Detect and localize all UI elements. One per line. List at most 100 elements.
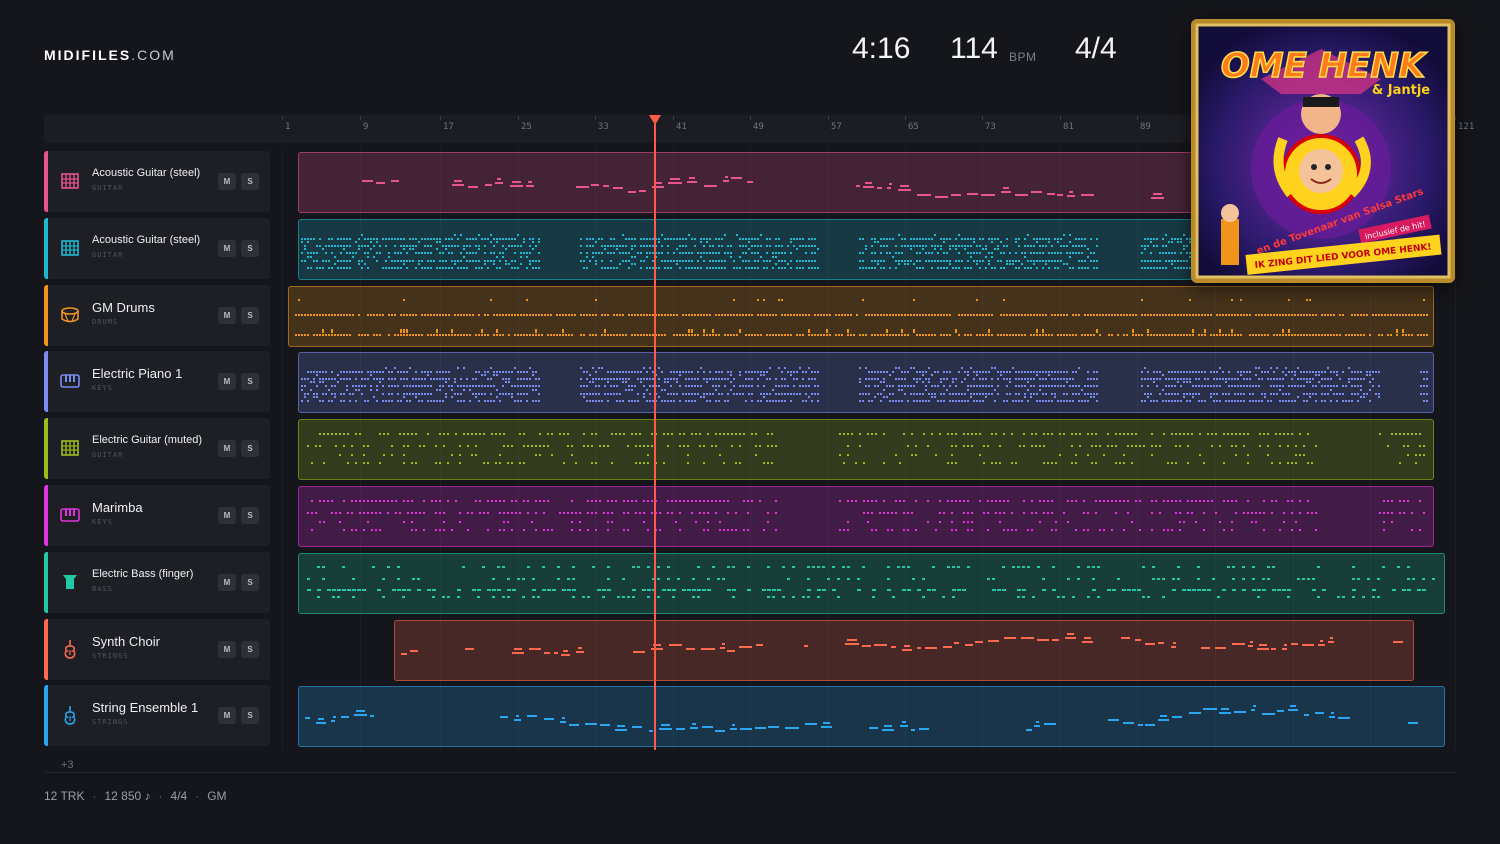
midi-clip[interactable] [394,620,1414,681]
cover-subtitle: & Jantje [1372,83,1430,98]
midi-clip[interactable] [298,553,1445,614]
track-color-stripe [44,552,48,613]
mute-button[interactable]: M [218,240,236,257]
mute-button[interactable]: M [218,574,236,591]
guitar-icon [60,171,80,191]
cover-title: OME HENK [1221,46,1428,86]
clip-notes [307,433,1425,464]
keyboard-icon [60,505,80,525]
ruler-tick: 121 [1454,116,1475,132]
track-color-stripe [44,418,48,479]
track-header[interactable]: Acoustic Guitar (steel) GUITAR M S [44,218,270,279]
clip-notes [307,500,1425,531]
footer-separator: · [195,789,200,803]
solo-button[interactable]: S [241,707,259,724]
ruler-tick: 49 [750,116,764,132]
clip-notes [301,367,1428,402]
track-color-stripe [44,285,48,346]
footer-signature: 4/4 [170,789,188,803]
track-header[interactable]: Acoustic Guitar (steel) GUITAR M S [44,151,270,212]
track-header[interactable]: Electric Guitar (muted) GUITAR M S [44,418,270,479]
track-category: BASS [92,585,113,593]
clip-notes [401,633,1403,656]
ruler-tick: 81 [1060,116,1074,132]
violin-icon [60,639,80,659]
midi-clip[interactable] [298,152,1202,213]
solo-button[interactable]: S [241,373,259,390]
ruler-tick: 65 [905,116,919,132]
keyboard-icon [60,371,80,391]
track-name: Electric Bass (finger) [92,568,194,580]
track-header[interactable]: Synth Choir STRINGS M S [44,619,270,680]
track-color-stripe [44,218,48,279]
solo-button[interactable]: S [241,240,259,257]
track-category: KEYS [92,384,113,392]
brand-domain: .COM [131,47,176,63]
track-category: GUITAR [92,184,124,192]
ruler-tick: 9 [359,116,369,132]
track-category: STRINGS [92,652,129,660]
track-color-stripe [44,151,48,212]
violin-icon [60,705,80,725]
midi-clip[interactable] [298,686,1445,747]
track-header[interactable]: Electric Piano 1 KEYS M S [44,351,270,412]
solo-button[interactable]: S [241,507,259,524]
mute-button[interactable]: M [218,373,236,390]
mute-button[interactable]: M [218,173,236,190]
mute-button[interactable]: M [218,707,236,724]
track-name: Electric Guitar (muted) [92,434,203,446]
album-cover-art: OME HENK & Jantje en de Tovenaar van Sal… [1191,19,1455,283]
solo-button[interactable]: S [241,574,259,591]
mute-button[interactable]: M [218,440,236,457]
solo-button[interactable]: S [241,641,259,658]
midi-clip[interactable] [298,419,1434,480]
solo-button[interactable]: S [241,307,259,324]
track-category: GUITAR [92,451,124,459]
drum-icon [60,305,80,325]
track-name: String Ensemble 1 [92,700,199,715]
track-name: Acoustic Guitar (steel) [92,234,201,246]
clip-notes [362,176,1164,199]
ruler-tick: 41 [673,116,687,132]
mute-button[interactable]: M [218,507,236,524]
track-color-stripe [44,485,48,546]
mute-button[interactable]: M [218,307,236,324]
midi-clip[interactable] [298,219,1202,280]
solo-button[interactable]: S [241,440,259,457]
midi-standard: GM [207,789,227,803]
more-tracks-indicator[interactable]: +3 [61,759,74,771]
track-header[interactable]: GM Drums DRUMS M S [44,285,270,346]
midi-clip[interactable] [298,352,1434,413]
track-color-stripe [44,619,48,680]
time-readout: 4:16 [852,32,911,65]
track-color-stripe [44,351,48,412]
brand-logo: MIDIFILES.COM [44,47,176,63]
ruler-tick: 33 [595,116,609,132]
clip-notes [307,566,1435,598]
track-count: 12 TRK [44,789,85,803]
track-category: GUITAR [92,251,124,259]
track-name: Marimba [92,500,143,515]
mute-button[interactable]: M [218,641,236,658]
solo-button[interactable]: S [241,173,259,190]
track-header[interactable]: Marimba KEYS M S [44,485,270,546]
track-header[interactable]: Electric Bass (finger) BASS M S [44,552,270,613]
track-name: GM Drums [92,300,155,315]
midi-clip[interactable] [298,486,1434,547]
grid-line [282,147,283,750]
clip-notes [295,299,1428,336]
track-header[interactable]: String Ensemble 1 STRINGS M S [44,685,270,746]
track-name: Acoustic Guitar (steel) [92,167,201,179]
ruler-tick: 89 [1137,116,1151,132]
midi-clip[interactable] [288,286,1434,347]
bpm-readout: 114 [950,32,998,65]
footer-stats: 12 TRK · 12 850 ♪ · 4/4 · GM [44,789,227,803]
ruler-tick: 57 [828,116,842,132]
ruler-tick: 73 [982,116,996,132]
track-category: STRINGS [92,718,129,726]
guitar-icon [60,238,80,258]
time-signature-readout: 4/4 [1075,32,1117,65]
playhead[interactable] [654,124,656,750]
ruler-tick: 25 [518,116,532,132]
footer-separator: · [158,789,163,803]
